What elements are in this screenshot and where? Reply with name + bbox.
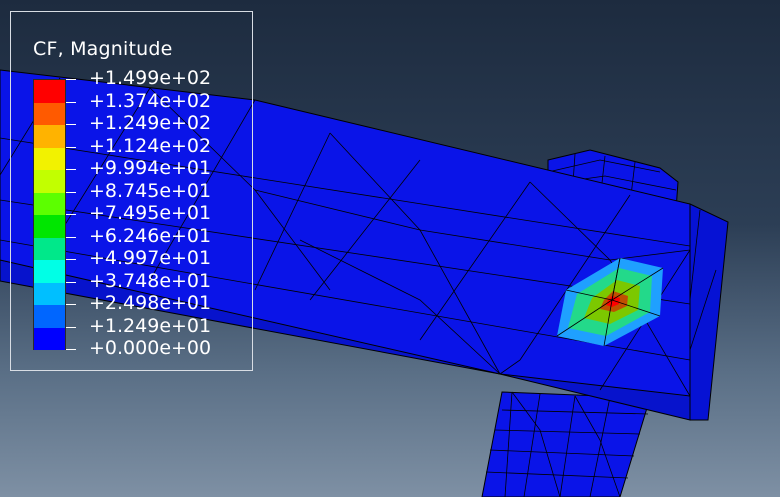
legend-tick	[66, 101, 76, 103]
legend-tick	[66, 146, 76, 148]
legend-tick	[66, 259, 76, 260]
legend-box: CF, Magnitude +1.499e+02 +1.374e+02 +1.249…	[10, 11, 253, 371]
legend-tick	[66, 326, 76, 328]
legend-color-bar	[33, 79, 66, 350]
beam-end-face	[689, 203, 729, 421]
legend-swatch	[34, 282, 65, 305]
legend-title: CF, Magnitude	[33, 38, 173, 60]
legend-swatch	[34, 170, 65, 193]
legend-label: +1.374e+02	[89, 89, 212, 112]
legend-label: +1.499e+02	[89, 67, 212, 89]
legend-swatch	[34, 192, 65, 215]
legend-label: +1.249e+01	[89, 314, 212, 337]
legend-label: +0.000e+00	[89, 337, 212, 359]
legend-swatch	[34, 305, 65, 328]
legend-label: +8.745e+01	[89, 179, 212, 202]
legend-swatch	[34, 102, 65, 125]
legend-tick	[66, 169, 76, 170]
legend-label: +6.246e+01	[89, 224, 212, 247]
legend-swatch	[34, 237, 65, 260]
legend-label: +2.498e+01	[89, 292, 212, 314]
legend-label: +9.994e+01	[89, 157, 212, 179]
legend-tick	[66, 124, 76, 125]
legend-tick	[66, 304, 76, 305]
viewport[interactable]: CF, Magnitude +1.499e+02 +1.374e+02 +1.249…	[0, 0, 780, 497]
legend-label: +1.249e+02	[89, 112, 212, 134]
legend-label: +3.748e+01	[89, 269, 212, 292]
legend-swatch	[34, 215, 65, 238]
legend-label: +4.997e+01	[89, 247, 212, 269]
legend-tick	[66, 281, 76, 283]
legend-swatch	[34, 80, 65, 103]
legend-tick	[66, 191, 76, 193]
legend-swatch	[34, 147, 65, 170]
legend-tick	[66, 79, 76, 80]
legend-label: +1.124e+02	[89, 134, 212, 157]
legend-tick	[66, 349, 76, 350]
lower-post	[481, 391, 651, 497]
legend-swatch	[34, 125, 65, 148]
legend-swatch	[34, 260, 65, 283]
legend-tick	[66, 214, 76, 215]
legend-swatch	[34, 327, 65, 350]
legend-label: +7.495e+01	[89, 202, 212, 224]
legend-tick	[66, 236, 76, 238]
